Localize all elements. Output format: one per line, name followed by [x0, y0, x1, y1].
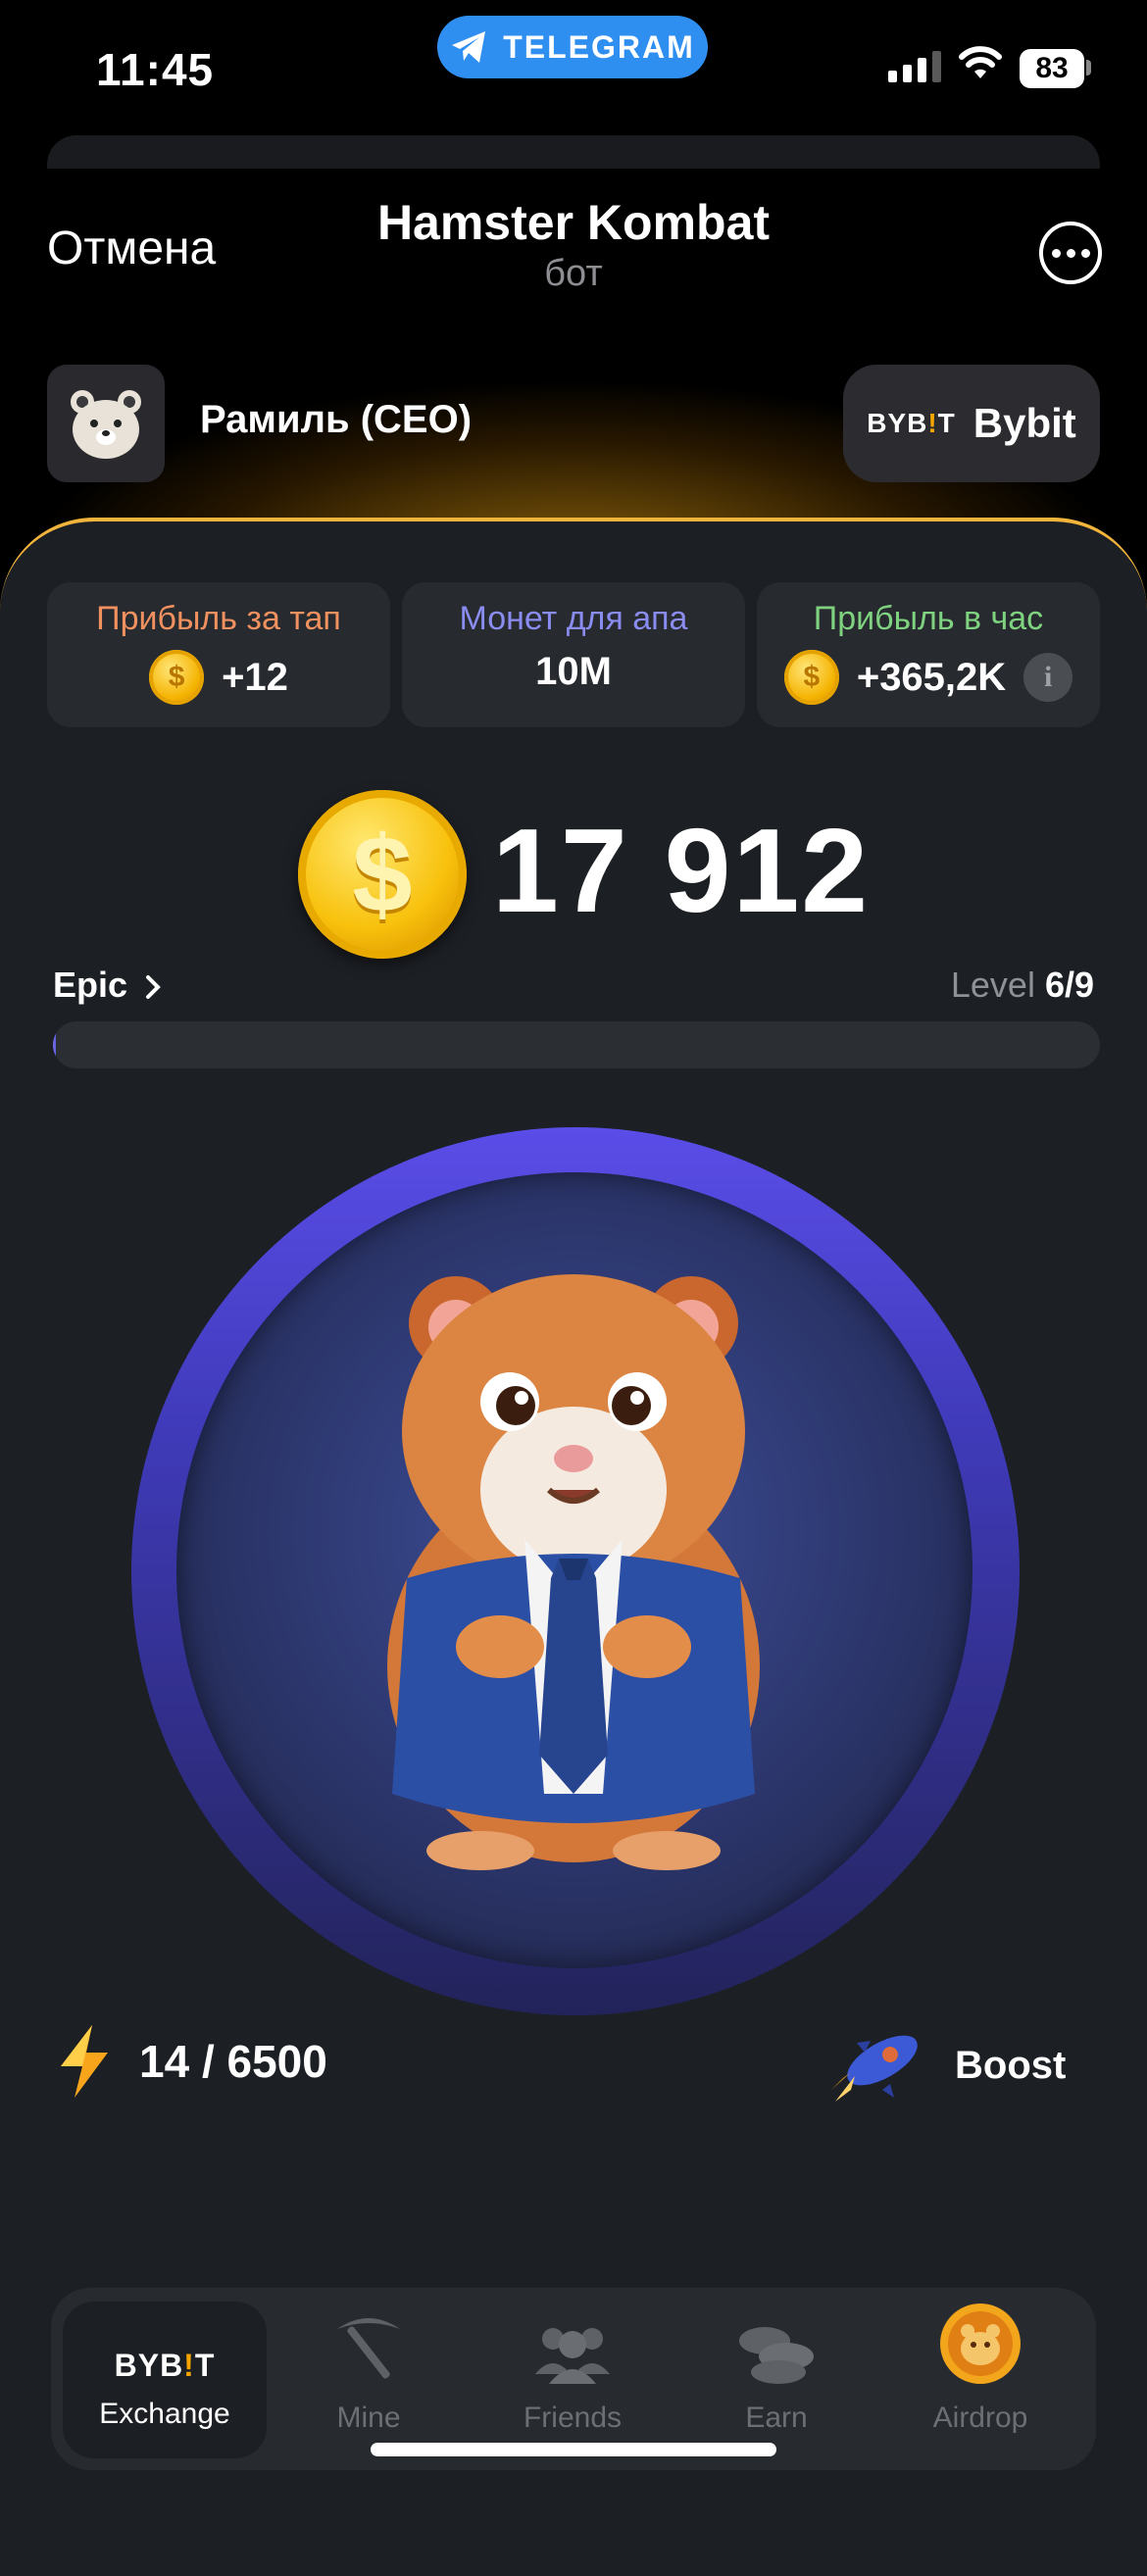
lightning-icon: [61, 2025, 108, 2098]
bybit-logo-icon: BYB!T: [867, 408, 956, 438]
status-time: 11:45: [96, 44, 215, 95]
telegram-pill-label: TELEGRAM: [503, 28, 695, 65]
telegram-pill[interactable]: TELEGRAM: [437, 16, 708, 78]
level-label: Level: [950, 965, 1035, 1005]
battery-tip: [1086, 60, 1091, 75]
more-dot-icon: [1051, 248, 1061, 258]
stat-label: Прибыль в час: [813, 600, 1044, 637]
nav-label: Mine: [336, 2402, 401, 2434]
battery-icon: 83: [1020, 49, 1084, 88]
stat-label: Монет для апа: [459, 600, 688, 637]
bybit-logo-icon: BYB!T: [114, 2348, 216, 2383]
friends-icon: [535, 2328, 610, 2384]
nav-label: Airdrop: [932, 2402, 1028, 2434]
nav-label: Earn: [745, 2402, 808, 2434]
stat-value: 10M: [535, 650, 612, 693]
info-icon[interactable]: i: [1023, 653, 1073, 702]
pickaxe-icon: [337, 2318, 400, 2379]
cellular-signal-icon: [888, 51, 941, 82]
username: Рамиль (CEO): [200, 398, 473, 441]
sheet-edge: [47, 135, 1100, 169]
coin-balance: 17 912: [492, 804, 871, 937]
energy-indicator: 14 / 6500: [53, 2023, 327, 2100]
coins-icon: [739, 2327, 814, 2384]
hamster-ceo-character[interactable]: [363, 1245, 784, 1872]
boost-button[interactable]: Boost: [822, 2021, 1066, 2109]
hamster-coin-icon: [940, 2304, 1021, 2384]
stat-label: Прибыль за тап: [96, 600, 341, 637]
rank-name: Epic: [53, 965, 128, 1005]
wifi-icon: [959, 46, 1002, 78]
avatar[interactable]: [47, 365, 165, 482]
cancel-button[interactable]: Отмена: [47, 222, 216, 275]
nav-label: Exchange: [99, 2398, 230, 2430]
nav-airdrop[interactable]: Airdrop: [878, 2288, 1082, 2470]
stat-card-hourly-profit[interactable]: Прибыль в час $ +365,2K i: [757, 582, 1100, 727]
telegram-icon: [452, 31, 486, 63]
boost-label: Boost: [955, 2043, 1067, 2087]
energy-value: 14 / 6500: [139, 2036, 327, 2087]
stat-card-coins-to-level-up: Монет для апа 10M: [402, 582, 745, 727]
rocket-icon: [831, 2035, 918, 2102]
stat-card-tap-profit: Прибыль за тап $ +12: [47, 582, 390, 727]
nav-exchange[interactable]: BYB!T Exchange: [63, 2302, 267, 2458]
coin-icon: $: [783, 650, 839, 705]
stat-value: +365,2K: [856, 655, 1007, 699]
exchange-label: Bybit: [972, 400, 1076, 446]
bot-subtitle: бот: [544, 253, 603, 294]
bot-title-block: Hamster Kombat бот: [294, 194, 853, 295]
more-dot-icon: [1080, 248, 1090, 258]
chevron-right-icon: [146, 975, 161, 999]
rank-link[interactable]: Epic: [53, 965, 163, 1006]
hamster-avatar-icon: [71, 390, 141, 459]
exchange-button[interactable]: BYB!T Bybit: [843, 365, 1100, 482]
level-progress-bar: [53, 1021, 1100, 1068]
level-value: 6/9: [1044, 965, 1094, 1005]
coin-icon: $: [149, 650, 205, 705]
balance-coin-icon: $: [298, 790, 467, 959]
bot-title: Hamster Kombat: [376, 195, 771, 250]
more-dot-icon: [1066, 248, 1075, 258]
home-indicator[interactable]: [371, 2443, 776, 2456]
more-options-button[interactable]: [1039, 222, 1102, 284]
stat-value: +12: [222, 655, 288, 699]
nav-label: Friends: [523, 2402, 623, 2434]
level-indicator: Level 6/9: [951, 965, 1094, 1006]
